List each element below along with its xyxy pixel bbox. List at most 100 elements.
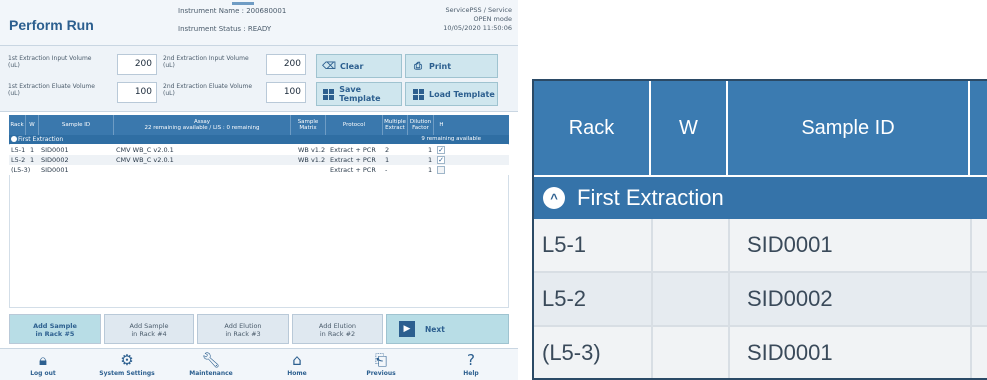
nav-previous[interactable]: ⎗ Previous <box>346 351 416 377</box>
nav-home[interactable]: ⌂ Home <box>262 351 332 377</box>
col-sample-matrix[interactable]: Sample Matrix <box>291 115 326 135</box>
cell-multiple: 1 <box>385 156 390 164</box>
ext2-eluate-volume-field[interactable]: 100 <box>266 82 306 103</box>
add-sample-rack5-line1: Add Sample <box>33 322 77 330</box>
nav-maintenance[interactable]: 🔧︎ Maintenance <box>176 351 246 377</box>
add-sample-rack4-line1: Add Sample <box>129 322 169 330</box>
cell-dilution: 1 <box>428 166 433 174</box>
datetime-label: 10/05/2020 11:50:06 <box>443 24 512 32</box>
add-elution-rack3-line2: in Rack #3 <box>225 330 261 338</box>
ext2-input-volume-field[interactable]: 200 <box>266 54 306 75</box>
save-template-button[interactable]: Save Template <box>316 82 402 106</box>
ext1-eluate-label-line1: 1st Extraction Eluate Volume <box>8 83 95 90</box>
table-row[interactable]: L5-2 1 SID0002 CMV WB_C v2.0.1 WB v1.2 E… <box>9 155 509 165</box>
group-header-first-extraction[interactable]: First Extraction 9 remaining available <box>9 135 509 144</box>
nav-help-label: Help <box>463 370 479 377</box>
cell-matrix: WB v1.2 <box>298 146 326 154</box>
col-multiple-extract[interactable]: Multiple Extract <box>383 115 408 135</box>
cell-dilution: 1 <box>428 156 433 164</box>
zoom-col-w[interactable]: W <box>651 81 728 175</box>
zoom-table-row[interactable]: (L5-3) SID0001 <box>534 327 987 378</box>
col-matrix-line2: Matrix <box>299 125 317 131</box>
add-elution-rack3-button[interactable]: Add Elution in Rack #3 <box>197 314 289 344</box>
column-divider <box>651 273 653 327</box>
bottom-navigation: 🔒︎ Log out ⚙ System Settings 🔧︎ Maintena… <box>0 348 518 380</box>
col-h[interactable]: H <box>434 115 449 135</box>
load-template-button[interactable]: Load Template <box>405 82 498 106</box>
add-actions-bar: Add Sample in Rack #5 Add Sample in Rack… <box>9 314 509 344</box>
mode-label: OPEN mode <box>473 15 512 23</box>
zoom-cell-sample-id: SID0002 <box>747 286 833 311</box>
add-elution-rack2-line1: Add Elution <box>318 322 357 330</box>
add-sample-rack4-button[interactable]: Add Sample in Rack #4 <box>104 314 194 344</box>
row-checkbox[interactable]: ✓ <box>437 146 445 154</box>
col-assay[interactable]: Assay 22 remaining available / LIS : 0 r… <box>114 115 291 135</box>
home-icon: ⌂ <box>292 351 302 369</box>
cell-assay: CMV WB_C v2.0.1 <box>116 156 174 164</box>
ext1-input-volume-field[interactable]: 200 <box>117 54 157 75</box>
cell-multiple: - <box>385 166 388 174</box>
table-row[interactable]: L5-1 1 SID0001 CMV WB_C v2.0.1 WB v1.2 E… <box>9 145 509 155</box>
ext2-input-label: 2nd Extraction Input Volume (uL) <box>163 55 249 69</box>
cell-matrix: WB v1.2 <box>298 156 326 164</box>
cell-rack: (L5-3) <box>11 166 31 174</box>
next-label: Next <box>425 324 445 334</box>
zoom-table-row[interactable]: L5-1 SID0001 <box>534 219 987 273</box>
col-dilution-line2: Factor <box>412 125 429 131</box>
column-divider <box>970 327 972 378</box>
nav-logout-label: Log out <box>30 370 56 377</box>
zoom-group-first-extraction[interactable]: ^ First Extraction <box>534 177 987 219</box>
column-divider <box>728 273 730 327</box>
collapse-icon[interactable] <box>11 136 17 142</box>
row-checkbox[interactable]: ✓ <box>437 156 445 164</box>
add-elution-rack2-button[interactable]: Add Elution in Rack #2 <box>292 314 383 344</box>
cell-sample-id: SID0001 <box>41 146 69 154</box>
lock-icon: 🔒︎ <box>39 351 47 369</box>
add-sample-rack5-button[interactable]: Add Sample in Rack #5 <box>9 314 101 344</box>
ext2-input-label-line1: 2nd Extraction Input Volume <box>163 55 249 62</box>
cell-sample-id: SID0001 <box>41 166 69 174</box>
collapse-icon[interactable]: ^ <box>543 187 565 209</box>
zoom-table-row[interactable]: L5-2 SID0002 <box>534 273 987 327</box>
print-button[interactable]: ⎙ Print <box>405 54 498 78</box>
header-bar: Perform Run Instrument Name : 200680001 … <box>0 0 518 46</box>
col-sample-id[interactable]: Sample ID <box>39 115 114 135</box>
nav-system-settings-label: System Settings <box>99 370 155 377</box>
zoom-col-rack[interactable]: Rack <box>534 81 651 175</box>
cell-rack: L5-2 <box>11 156 26 164</box>
nav-system-settings[interactable]: ⚙ System Settings <box>92 351 162 377</box>
col-dilution-factor[interactable]: Dilution Factor <box>408 115 434 135</box>
col-rack[interactable]: Rack <box>9 115 26 135</box>
group-label: First Extraction <box>18 136 64 143</box>
broom-icon: ⌫ <box>321 60 337 72</box>
wrench-icon: 🔧︎ <box>201 351 221 369</box>
clear-button[interactable]: ⌫ Clear <box>316 54 402 78</box>
grid-icon <box>412 88 424 100</box>
row-checkbox[interactable] <box>437 166 445 174</box>
help-icon: ? <box>467 351 475 369</box>
table-row[interactable]: (L5-3) SID0001 Extract + PCR - 1 <box>9 165 509 175</box>
col-w[interactable]: W <box>26 115 39 135</box>
column-divider <box>728 219 730 273</box>
column-divider <box>970 219 972 273</box>
zoom-cell-rack: L5-2 <box>542 286 587 311</box>
nav-help[interactable]: ? Help <box>436 351 506 377</box>
cell-sample-id: SID0002 <box>41 156 69 164</box>
clear-label: Clear <box>340 61 364 71</box>
next-button[interactable]: ▶ Next <box>386 314 509 344</box>
nav-logout[interactable]: 🔒︎ Log out <box>8 351 78 377</box>
ext2-eluate-label: 2nd Extraction Eluate Volume (uL) <box>163 83 252 97</box>
zoom-group-label: First Extraction <box>577 185 724 210</box>
zoom-col-sample-id[interactable]: Sample ID <box>728 81 970 175</box>
ext1-eluate-volume-field[interactable]: 100 <box>117 82 157 103</box>
page-title: Perform Run <box>9 17 94 33</box>
ext1-eluate-label: 1st Extraction Eluate Volume (uL) <box>8 83 95 97</box>
save-template-label: Save Template <box>339 85 381 103</box>
session-info: ServicePSS / Service OPEN mode 10/05/202… <box>443 6 512 33</box>
sample-table-header: Rack W Sample ID Assay 22 remaining avai… <box>9 115 509 135</box>
nav-maintenance-label: Maintenance <box>189 370 233 377</box>
column-divider <box>651 219 653 273</box>
add-elution-rack2-line2: in Rack #2 <box>319 330 356 338</box>
next-arrow-icon: ▶ <box>399 321 415 337</box>
col-protocol[interactable]: Protocol <box>326 115 383 135</box>
